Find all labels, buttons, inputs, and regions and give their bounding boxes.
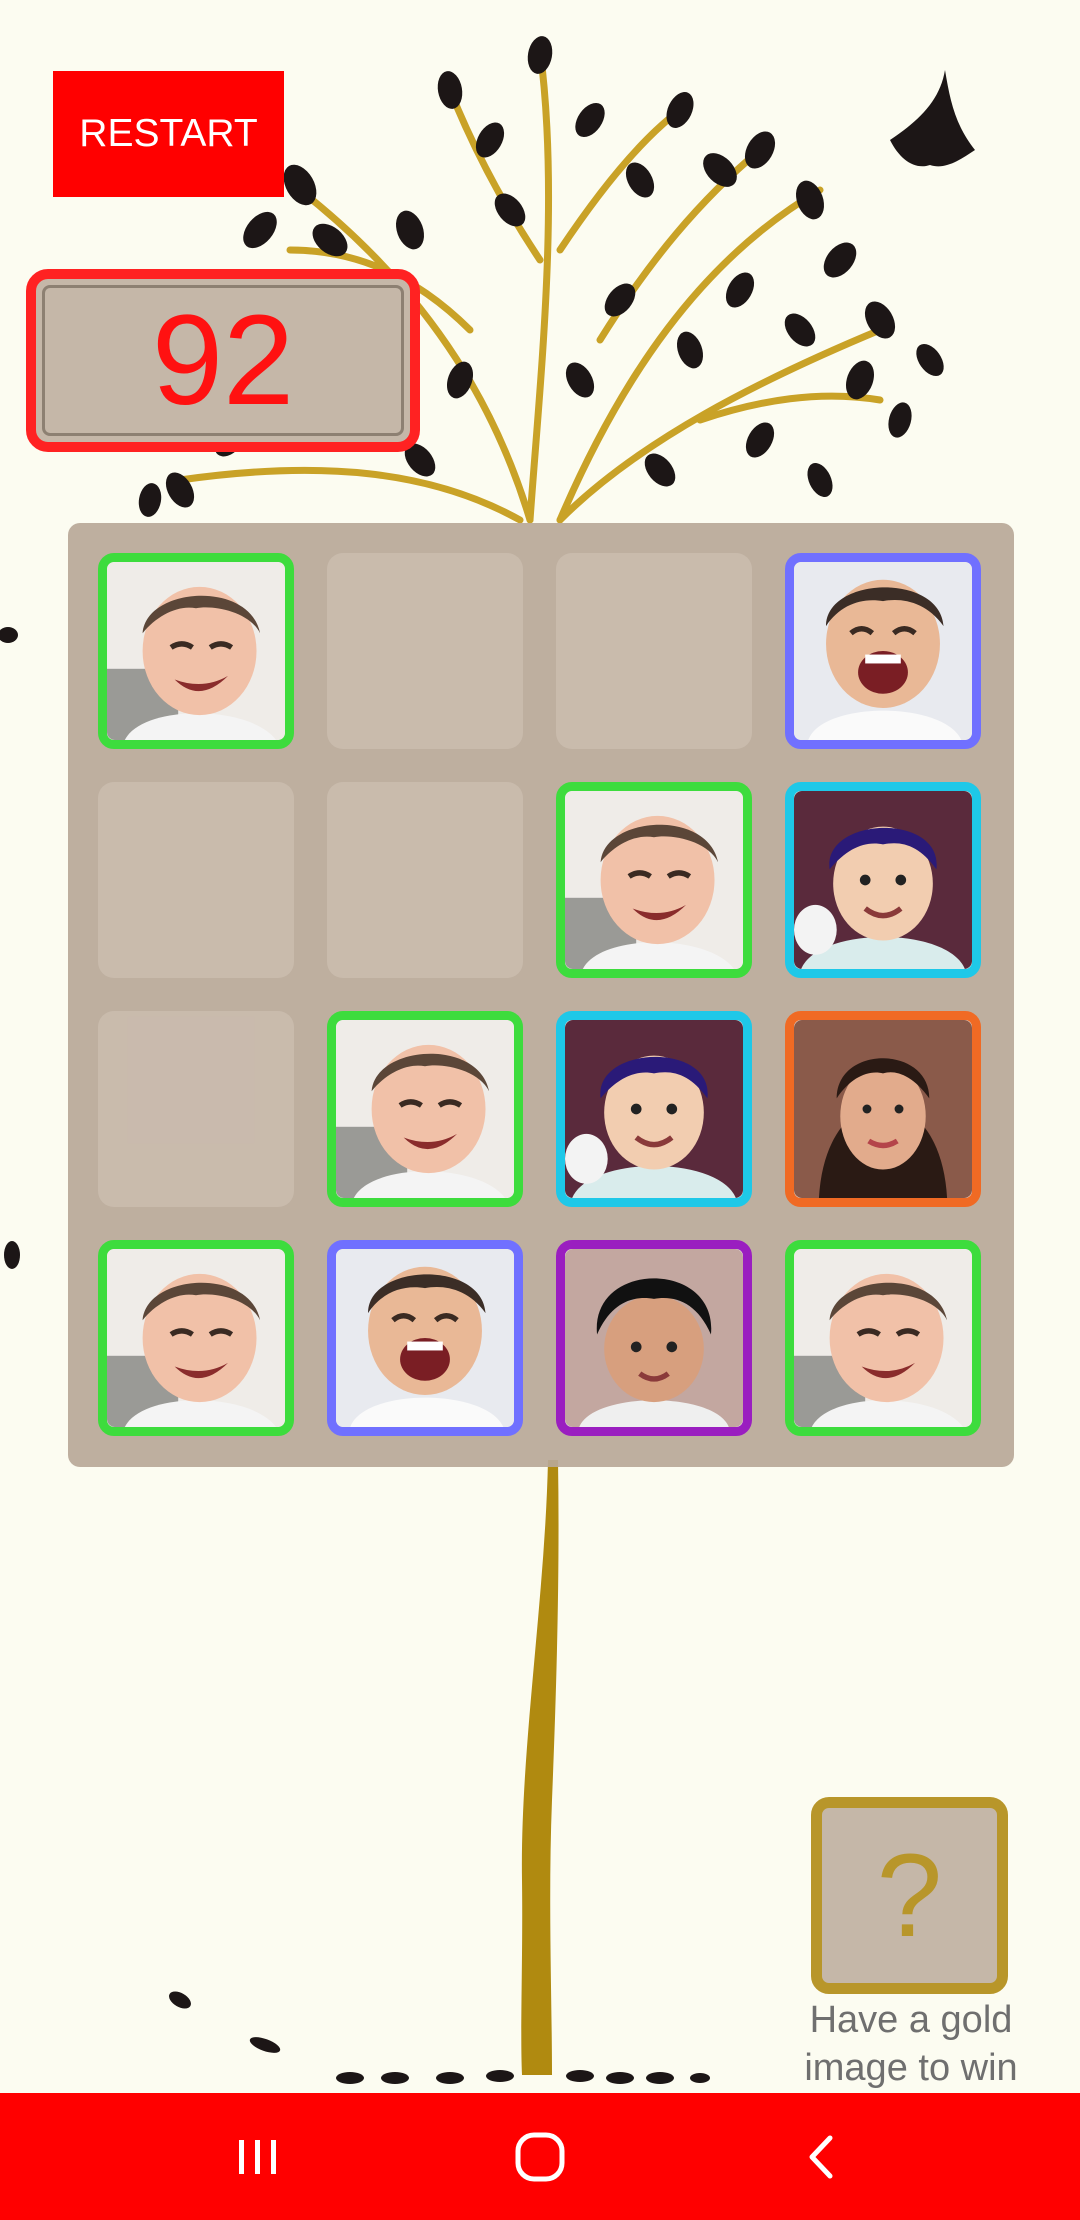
empty-tile	[327, 553, 523, 749]
recents-button[interactable]	[183, 2093, 333, 2220]
empty-tile	[327, 782, 523, 978]
home-button[interactable]	[465, 2093, 615, 2220]
empty-tile	[98, 782, 294, 978]
tile-woman-photo	[785, 1011, 981, 1207]
empty-tile	[556, 553, 752, 749]
tile-toddler-laughing-photo	[785, 553, 981, 749]
question-mark-icon: ?	[876, 1829, 943, 1962]
score-value: 92	[151, 288, 295, 432]
tile-baby-photo	[556, 782, 752, 978]
gold-goal-tile: ?	[811, 1797, 1008, 1994]
tile-baby-photo	[327, 1011, 523, 1207]
back-icon	[809, 2135, 833, 2178]
back-button[interactable]	[746, 2093, 896, 2220]
tile-toddler-laughing-photo	[327, 1240, 523, 1436]
tile-boy-dark-hair-photo	[556, 1240, 752, 1436]
tile-boy-smiling-photo	[556, 1011, 752, 1207]
home-icon	[515, 2132, 565, 2181]
tile-baby-photo	[98, 1240, 294, 1436]
score-display: 92	[26, 269, 420, 452]
tile-baby-photo	[785, 1240, 981, 1436]
recents-icon	[239, 2139, 276, 2174]
game-board	[68, 523, 1014, 1467]
system-navigation-bar	[0, 2093, 1080, 2220]
empty-tile	[98, 1011, 294, 1207]
win-hint-text: Have a gold image to win	[804, 1999, 1018, 2089]
tile-boy-smiling-photo	[785, 782, 981, 978]
tile-baby-photo	[98, 553, 294, 749]
restart-button[interactable]: RESTART	[53, 71, 284, 197]
